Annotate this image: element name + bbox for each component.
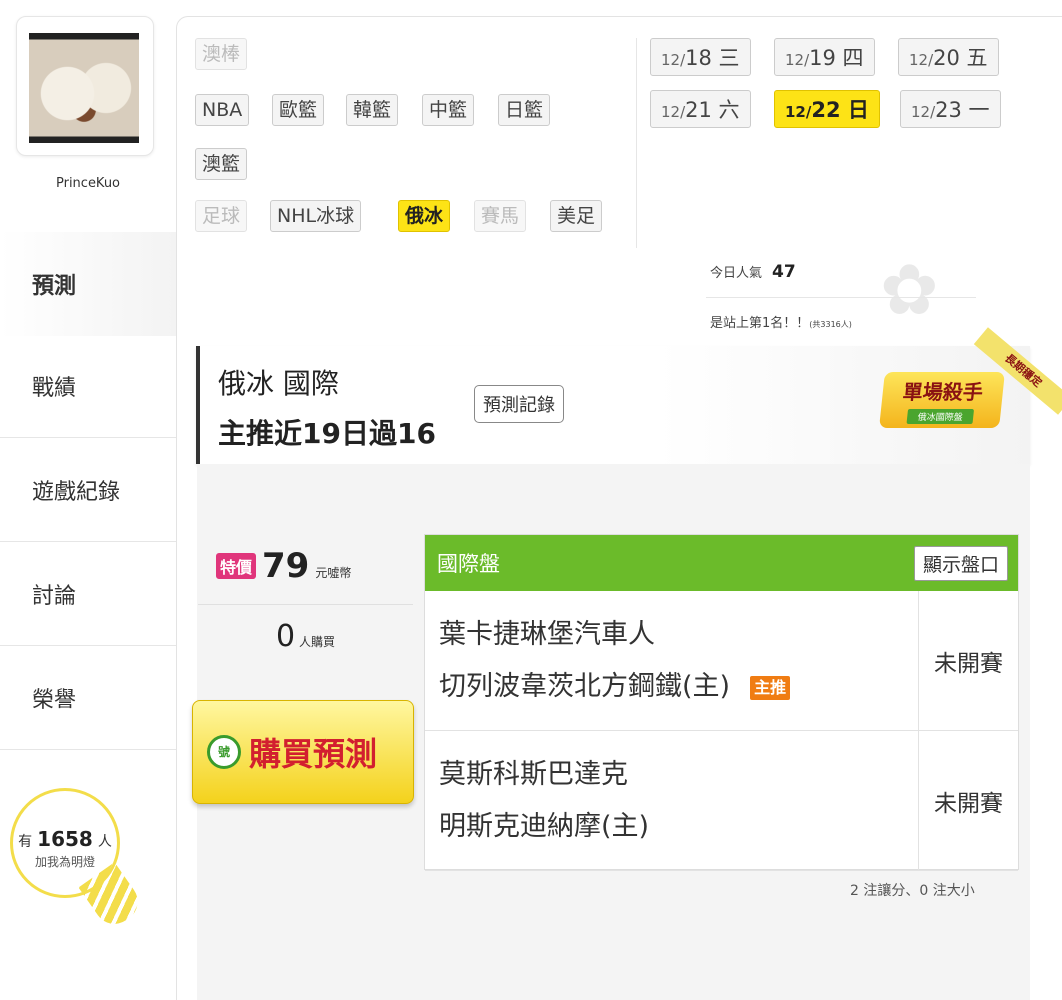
league-tag[interactable]: 日籃 — [498, 94, 551, 126]
table-header-label: 國際盤 — [437, 552, 500, 576]
bet-summary: 2 注讓分、0 注大小 — [850, 883, 975, 899]
team-home: 明斯克迪納摩(主) — [439, 811, 650, 842]
date-tab[interactable]: 12/18 三 — [650, 38, 751, 76]
prediction-record-button[interactable]: 預測記錄 — [474, 385, 564, 423]
league-tag[interactable]: 韓籃 — [346, 94, 399, 126]
nav-item-game-history[interactable]: 遊戲紀錄 — [0, 438, 176, 542]
date-day: 18 三 — [685, 46, 740, 70]
rank: 是站上第1名！！(共3316人) — [710, 312, 852, 331]
date-tab[interactable]: 12/19 四 — [774, 38, 875, 76]
buyers-unit: 人購買 — [299, 635, 336, 649]
ticket-icon: 號 — [207, 735, 241, 769]
date-tab-selected[interactable]: 12/22 日 — [774, 90, 880, 128]
buyers-count: 0 — [275, 619, 296, 654]
nav-item-honor[interactable]: 榮譽 — [0, 646, 176, 750]
show-odds-button[interactable]: 顯示盤口 — [913, 545, 1008, 581]
date-month: 12/ — [661, 51, 686, 69]
date-month: 12/ — [661, 103, 686, 121]
league-tag[interactable]: 澳棒 — [195, 38, 248, 70]
nav-item-record[interactable]: 戰績 — [0, 334, 176, 438]
price-unit: 元噓幣 — [315, 566, 352, 580]
date-month: 12/ — [911, 103, 936, 121]
league-tag[interactable]: 足球 — [195, 200, 248, 232]
match-teams: 葉卡捷琳堡汽車人 切列波韋茨北方鋼鐵(主) 主推 — [425, 591, 919, 731]
nav-item-predict[interactable]: 預測 — [0, 232, 176, 336]
date-day: 22 日 — [811, 98, 869, 122]
popularity-value: 47 — [772, 262, 796, 282]
page-subtitle: 主推近19日過16 — [218, 417, 436, 450]
sidebar: PrinceKuo 預測 戰績 遊戲紀錄 討論 榮譽 有 1658 人 加我為明… — [0, 0, 176, 1000]
badge-title: 單場殺手 — [901, 380, 985, 404]
date-month: 12/ — [785, 103, 812, 121]
divider — [636, 38, 637, 248]
match-teams: 莫斯科斯巴達克 明斯克迪納摩(主) — [425, 731, 919, 871]
league-tag[interactable]: 賽馬 — [474, 200, 527, 232]
divider — [706, 297, 976, 298]
buy-prediction-label: 購買預測 — [249, 735, 378, 773]
date-day: 23 一 — [935, 98, 990, 122]
league-tag[interactable]: 中籃 — [422, 94, 475, 126]
price-value: 79 — [262, 546, 310, 586]
avatar-photo — [29, 33, 139, 143]
team-away: 葉卡捷琳堡汽車人 — [439, 619, 655, 650]
page-title: 俄冰 國際 — [218, 367, 339, 400]
table-row: 葉卡捷琳堡汽車人 切列波韋茨北方鋼鐵(主) 主推 未開賽 — [425, 591, 1018, 731]
league-tag[interactable]: 美足 — [550, 200, 603, 232]
main-pick-tag: 主推 — [750, 676, 791, 700]
fans-lightbulb[interactable]: 有 1658 人 加我為明燈 — [10, 788, 120, 898]
fans-text: 加我為明燈 — [34, 855, 95, 869]
table-header: 國際盤 顯示盤口 — [425, 535, 1018, 591]
badge-subtitle: 俄冰國際盤 — [906, 409, 974, 424]
date-tab[interactable]: 12/20 五 — [898, 38, 999, 76]
league-tag-selected[interactable]: 俄冰 — [398, 200, 451, 232]
table-row: 莫斯科斯巴達克 明斯克迪納摩(主) 未開賽 — [425, 731, 1018, 871]
date-month: 12/ — [785, 51, 810, 69]
date-day: 20 五 — [933, 46, 988, 70]
mascot-watermark-icon: ✿ — [880, 249, 939, 331]
league-tag[interactable]: 澳籃 — [195, 148, 248, 180]
special-price-badge: 特價 — [216, 553, 257, 579]
buy-prediction-button[interactable]: 號 購買預測 — [192, 700, 414, 804]
rank-text: 是站上第1名！！ — [710, 316, 810, 331]
date-tab[interactable]: 12/23 一 — [900, 90, 1001, 128]
match-status: 未開賽 — [934, 651, 1003, 677]
date-day: 19 四 — [809, 46, 864, 70]
fans-count: 1658 — [37, 827, 93, 851]
killer-badge: 單場殺手 俄冰國際盤 — [879, 372, 1005, 428]
team-home: 切列波韋茨北方鋼鐵(主) — [439, 671, 731, 702]
date-month: 12/ — [909, 51, 934, 69]
date-tab[interactable]: 12/21 六 — [650, 90, 751, 128]
username[interactable]: PrinceKuo — [0, 176, 176, 191]
match-status: 未開賽 — [934, 791, 1003, 817]
price: 特價 79 元噓幣 — [216, 546, 351, 586]
fans-suffix: 人 — [97, 834, 112, 850]
league-tag[interactable]: NBA — [195, 94, 250, 126]
avatar[interactable] — [16, 16, 154, 156]
match-table: 國際盤 顯示盤口 葉卡捷琳堡汽車人 切列波韋茨北方鋼鐵(主) 主推 未開賽 莫斯科… — [424, 534, 1019, 871]
rank-note: (共3316人) — [809, 320, 852, 329]
team-away: 莫斯科斯巴達克 — [439, 759, 628, 790]
popularity-label: 今日人氣 — [710, 266, 763, 281]
fans-prefix: 有 — [18, 834, 33, 850]
nav-item-discussion[interactable]: 討論 — [0, 542, 176, 646]
buyers: 0 人購買 — [198, 604, 413, 654]
popularity: 今日人氣 47 — [710, 262, 796, 282]
date-day: 21 六 — [685, 98, 740, 122]
league-tag[interactable]: 歐籃 — [272, 94, 325, 126]
league-tag[interactable]: NHL冰球 — [270, 200, 362, 232]
